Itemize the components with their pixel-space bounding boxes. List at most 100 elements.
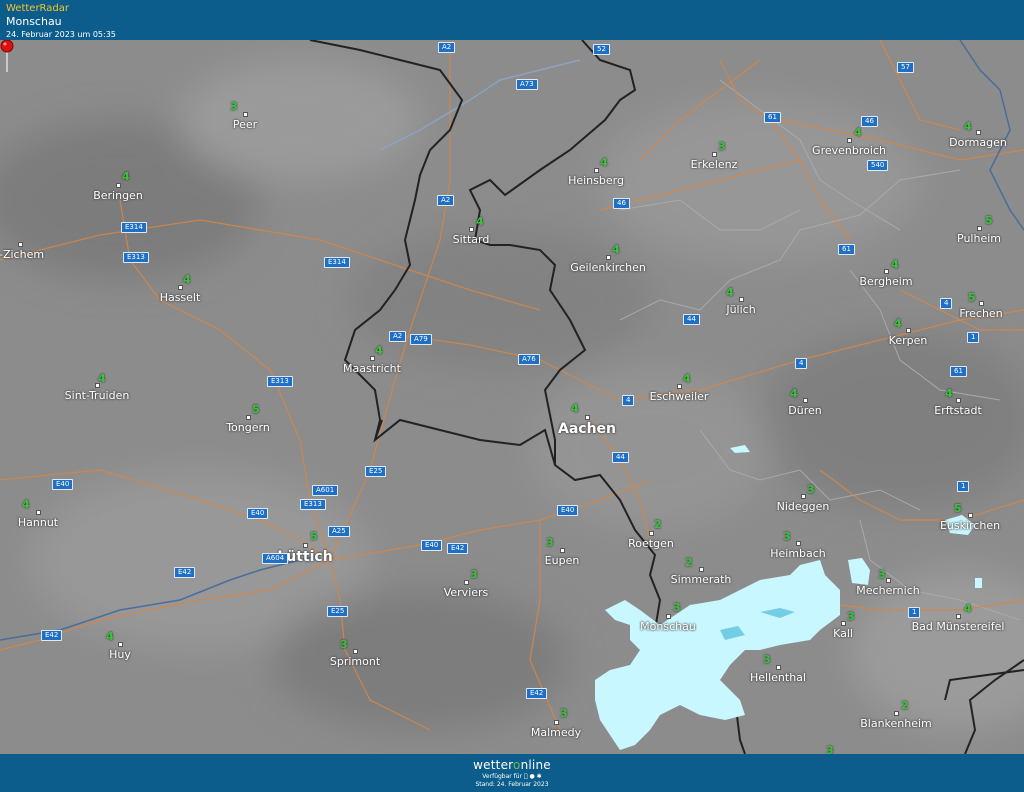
road-shield: A2 — [438, 42, 456, 53]
road-shield: E25 — [327, 606, 349, 617]
forecast-value: 5 — [252, 403, 260, 416]
city-label: Beringen — [93, 189, 143, 202]
city-label: Dormagen — [949, 136, 1007, 149]
city-marker — [246, 415, 251, 420]
road-shield: 540 — [867, 160, 889, 171]
location-pin-icon[interactable] — [0, 40, 14, 74]
city-marker — [118, 642, 123, 647]
forecast-value: 5 — [310, 530, 318, 543]
timestamp: 24. Februar 2023 um 05:35 — [6, 30, 116, 39]
road-shield: E25 — [365, 466, 387, 477]
city-marker — [464, 580, 469, 585]
forecast-value: 2 — [654, 518, 662, 531]
forecast-value: 2 — [685, 556, 693, 569]
city-label: Sint-Truiden — [64, 389, 130, 402]
city-marker — [894, 711, 899, 716]
road-shield: A76 — [518, 354, 540, 365]
city-marker — [886, 578, 891, 583]
road-shield: 44 — [612, 452, 629, 463]
city-label: Peer — [232, 118, 258, 131]
city-label: Nideggen — [776, 500, 830, 513]
forecast-value: 4 — [106, 630, 114, 643]
road-shield: E42 — [174, 567, 196, 578]
city-label: Geilenkirchen — [570, 261, 646, 274]
status-text: Stand: 24. Februar 2023 — [475, 781, 549, 788]
city-label: Euskirchen — [939, 519, 1001, 532]
city-label: Kall — [833, 627, 853, 640]
city-marker — [303, 543, 308, 548]
road-shield: E314 — [121, 222, 147, 233]
road-shield: 44 — [683, 314, 700, 325]
city-marker — [977, 226, 982, 231]
city-marker — [699, 567, 704, 572]
location-title: Monschau — [6, 15, 62, 28]
forecast-value: 4 — [571, 402, 579, 415]
radar-map[interactable]: Peer Beringen l-Zichem Hasselt Sint-Truiden T… — [0, 40, 1024, 754]
city-label: Maastricht — [343, 362, 401, 375]
forecast-value: 4 — [726, 286, 734, 299]
road-shield: 4 — [940, 298, 953, 309]
road-shield: E313 — [123, 252, 149, 263]
road-shield: 46 — [861, 116, 878, 127]
forecast-value: 3 — [230, 100, 238, 113]
forecast-value: 4 — [600, 156, 608, 169]
forecast-value: 2 — [901, 699, 909, 712]
city-label: l-Zichem — [0, 248, 45, 261]
city-marker — [847, 138, 852, 143]
city-label: Jülich — [726, 303, 756, 316]
city-marker — [554, 720, 559, 725]
road-shield: E42 — [526, 688, 548, 699]
city-marker — [243, 112, 248, 117]
city-label: Eschweiler — [649, 390, 709, 403]
road-shield: E40 — [247, 508, 269, 519]
city-label: Blankenheim — [860, 717, 932, 730]
city-marker — [968, 513, 973, 518]
road-shield: E313 — [300, 499, 326, 510]
forecast-value: 4 — [22, 498, 30, 511]
city-marker — [956, 614, 961, 619]
city-marker — [677, 384, 682, 389]
app-name: WetterRadar — [6, 3, 70, 14]
brand-logo[interactable]: wetteronline — [0, 758, 1024, 772]
city-label: Pulheim — [957, 232, 1001, 245]
city-label: Hellenthal — [750, 671, 806, 684]
city-label: Kerpen — [888, 334, 928, 347]
city-marker — [739, 297, 744, 302]
app-footer: wetteronline Verfügbar für  ● ✱ Stand: … — [0, 754, 1024, 792]
road-shield: 1 — [967, 332, 980, 343]
forecast-value: 4 — [854, 126, 862, 139]
road-shield: 1 — [908, 607, 921, 618]
forecast-value: 4 — [790, 387, 798, 400]
city-label: Verviers — [443, 586, 489, 599]
forecast-value: 4 — [894, 317, 902, 330]
forecast-value: 4 — [98, 372, 106, 385]
road-shield: 52 — [593, 44, 610, 55]
road-shield: 57 — [897, 62, 914, 73]
road-shield: E314 — [324, 257, 350, 268]
city-label: Bad Münstereifel — [911, 620, 1005, 633]
forecast-value: 4 — [945, 387, 953, 400]
city-label: Sittard — [452, 233, 490, 246]
city-marker — [884, 269, 889, 274]
road-shield: A604 — [262, 553, 289, 564]
road-shield: E40 — [557, 505, 579, 516]
city-label: Hasselt — [159, 291, 201, 304]
forecast-value: 3 — [763, 653, 771, 666]
city-label: Hannut — [17, 516, 59, 529]
road-shield: 4 — [622, 395, 635, 406]
forecast-value: 3 — [340, 638, 348, 651]
forecast-value: 3 — [546, 536, 554, 549]
city-label: Sprimont — [329, 655, 381, 668]
city-label: Heimbach — [770, 547, 826, 560]
forecast-value: 4 — [122, 170, 130, 183]
forecast-value: 4 — [476, 215, 484, 228]
city-marker — [36, 510, 41, 515]
road-shield: A2 — [437, 195, 455, 206]
forecast-value: 4 — [183, 273, 191, 286]
city-marker — [956, 398, 961, 403]
forecast-value: 4 — [964, 602, 972, 615]
city-marker — [594, 168, 599, 173]
forecast-value: 3 — [470, 568, 478, 581]
road-shield: E40 — [52, 479, 74, 490]
city-label: Grevenbroich — [812, 144, 886, 157]
